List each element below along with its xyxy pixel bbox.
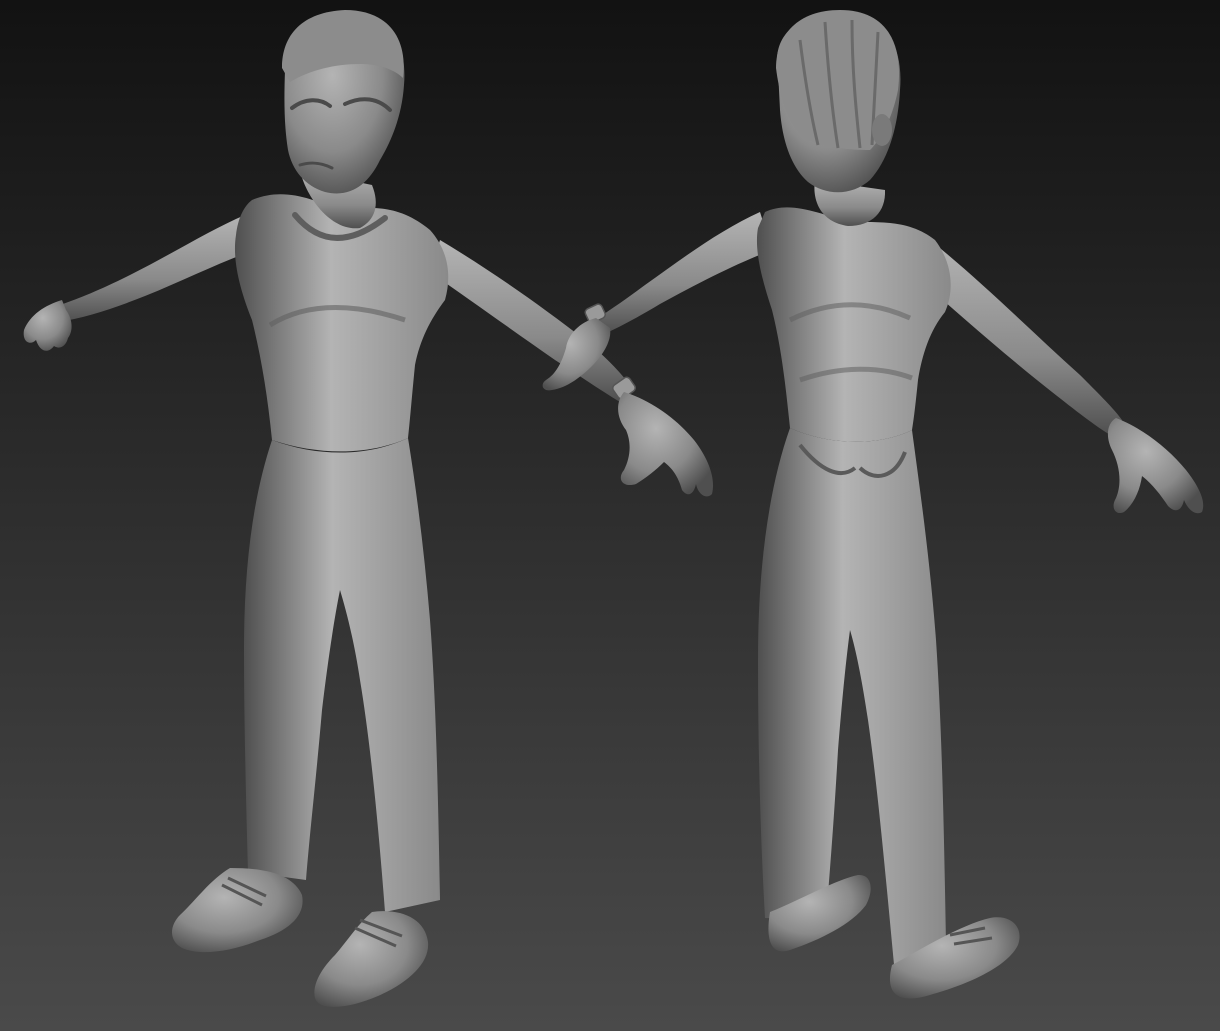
viewport-canvas [0,0,1220,1031]
back-ear [872,114,892,146]
sculpt-viewport [0,0,1220,1031]
viewport-background [0,0,1220,1031]
